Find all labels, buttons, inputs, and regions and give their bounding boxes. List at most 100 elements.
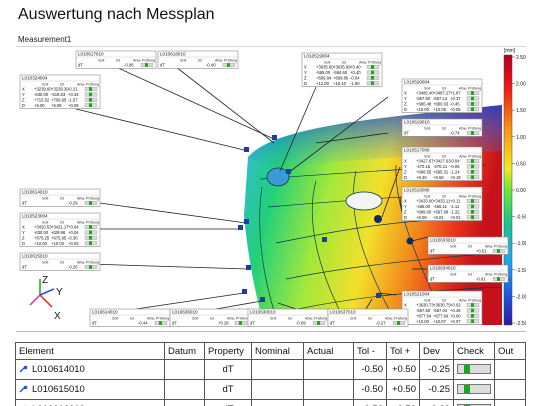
out-cell	[494, 359, 526, 380]
callout-check-mark	[471, 175, 474, 179]
callout-axis: Y	[404, 164, 407, 169]
col-out[interactable]: Out	[494, 342, 526, 360]
callout-head: Prüfung	[494, 244, 507, 248]
callout-value: +0.07	[450, 319, 461, 324]
actual-cell	[303, 379, 354, 400]
callout-value: +0.01	[450, 215, 461, 220]
callout-check-mark	[317, 321, 320, 325]
callout-value: -0.40	[206, 63, 216, 68]
callout-L010636010[interactable]: L010636010Soll Ist Abw. PrüfungdT +0.28	[169, 308, 251, 327]
col-actual[interactable]: Actual	[303, 342, 354, 360]
callout-check-mark	[89, 87, 92, 91]
col-property[interactable]: Property	[204, 342, 252, 360]
callout-L010523004[interactable]: L010523004Soll Ist Abw. PrüfungX +3420.53 +34…	[19, 212, 101, 247]
callout-id: L010617010	[78, 52, 104, 57]
callout-value: -1.90	[350, 81, 360, 86]
callout-head: Abw.	[459, 154, 467, 158]
callout-value: +699.00	[416, 209, 432, 214]
col-tol-minus[interactable]: Tol -	[353, 342, 387, 360]
callout-head: Abw.	[147, 316, 155, 320]
3d-viewport[interactable]: [mm] 2.50 2.00 1.50 1.00 0.50 0.00 -0.50 -1.00 -…	[16, 46, 526, 332]
datum-cell	[164, 379, 205, 400]
callout-check-mark	[471, 107, 474, 111]
callout-check-mark	[497, 277, 500, 281]
table-row[interactable]: L010615010 dT -0.50 +0.50 -0.25	[15, 379, 526, 400]
callout-head: Prüfung	[368, 60, 381, 64]
callout-axis: Y	[404, 204, 407, 209]
callout-head: Prüfung	[468, 194, 481, 198]
callout-check-mark	[471, 131, 474, 135]
scale-tick-label: 1.00	[516, 135, 526, 141]
col-check[interactable]: Check	[453, 342, 495, 360]
callout-value: +8.01	[433, 215, 444, 220]
check-cell	[453, 399, 495, 406]
callout-check-mark	[471, 314, 474, 318]
callout-check-mark	[471, 199, 474, 203]
callout-value: +0.02	[450, 303, 461, 308]
callout-head: Prüfung	[142, 58, 155, 62]
callout-check-mark	[471, 96, 474, 101]
callout-check-mark	[471, 319, 474, 323]
callout-head: Soll	[270, 316, 276, 320]
element-cell: L010615010	[15, 379, 165, 400]
callout-value: +8.40	[416, 175, 427, 180]
col-element[interactable]: Element	[15, 342, 165, 360]
callout-value: +5.00	[34, 103, 45, 108]
callout-check-mark	[89, 265, 92, 269]
callout-L010517006[interactable]: L010517006Soll Ist Abw. PrüfungX +3427.67 +34…	[401, 146, 483, 181]
col-datum[interactable]: Datum	[164, 342, 205, 360]
callout-value: -465.00	[416, 204, 431, 209]
dev-cell: -0.25	[419, 379, 454, 400]
callout-value: +10.03	[51, 241, 65, 246]
callout-L010615010[interactable]: L010615010Soll Ist Abw. PrüfungdT -0.25	[19, 252, 101, 271]
callout-axis: D	[404, 107, 407, 112]
nominal-cell	[251, 399, 304, 406]
col-tol-plus[interactable]: Tol +	[386, 342, 420, 360]
callout-L010520004[interactable]: L010520004Soll Ist Abw. PrüfungX +3485.40 +34…	[401, 78, 483, 113]
callout-check-mark	[89, 230, 92, 235]
callout-check-mark	[471, 204, 474, 209]
callout-L010516006[interactable]: L010516006Soll Ist Abw. PrüfungX +3433.00 +34…	[401, 186, 483, 221]
callout-L010614010[interactable]: L010614010Soll Ist Abw. PrüfungdT -0.29	[19, 188, 101, 207]
col-nominal[interactable]: Nominal	[251, 342, 304, 360]
callout-L010637010[interactable]: L010637010Soll Ist Abw. PrüfungdT -0.27	[327, 308, 409, 327]
callout-L010617010[interactable]: L010617010Soll Ist Abw. PrüfungdT -0.96	[75, 50, 157, 69]
table-header-row: Element Datum Property Nominal Actual To…	[15, 342, 526, 360]
callout-head: Abw.	[77, 260, 85, 264]
callout-value: -630.00	[34, 92, 49, 97]
callout-axis: Z	[22, 97, 25, 102]
table-row[interactable]: L010616010 dT -0.50+0.50-0.29	[15, 399, 526, 406]
callout-value: +10.05	[433, 107, 447, 112]
callout-L010519004[interactable]: L010519004Soll Ist Abw. PrüfungX +3635.60 +36…	[301, 52, 383, 87]
tol-plus-cell: +0.50	[386, 379, 420, 400]
callout-L010633010[interactable]: L010633010Soll Ist Abw. PrüfungdT +0.51	[427, 236, 509, 255]
callout-L010630010[interactable]: L010630010Soll Ist Abw. PrüfungdT -0.09	[247, 308, 329, 327]
table-row[interactable]: L010614010 dT -0.50 +0.50 -0.25	[15, 359, 526, 380]
callout-L010618010[interactable]: L010618010Soll Ist Abw. PrüfungdT -0.40	[157, 50, 239, 69]
callout-value: +0.37	[450, 96, 461, 101]
point-element-icon	[19, 386, 28, 393]
tol-minus-cell: -0.50	[353, 379, 387, 400]
callout-axis: Y	[304, 70, 307, 75]
callout-L010614010[interactable]: L010614010Soll Ist Abw. PrüfungdT -0.44	[89, 308, 171, 327]
callout-value: +0.46	[450, 308, 461, 313]
callout-check-mark	[89, 201, 92, 205]
callout-L010521004[interactable]: L010521004Soll Ist Abw. PrüfungX +3630.73 +36…	[401, 290, 483, 325]
callout-value: +0.03	[68, 241, 79, 246]
callout-L010324004[interactable]: L010324004Soll Ist Abw. PrüfungX +3239.60 +32…	[19, 74, 101, 109]
callout-axis: X	[22, 87, 25, 92]
callout-check-mark	[145, 63, 148, 67]
callout-id: L010615010	[22, 254, 48, 259]
callout-head: Abw.	[215, 58, 223, 62]
callout-axis: dT	[160, 63, 165, 68]
callout-value: +3487.27	[433, 91, 451, 96]
axis-triad: Z Y X	[29, 275, 63, 322]
scale-tick-label: 2.50	[516, 55, 526, 61]
callout-L010619010[interactable]: L010619010Soll Ist Abw. PrüfungdT -0.74	[401, 118, 483, 137]
tol-minus-cell: -0.50	[353, 399, 387, 406]
callout-value: +715.52	[34, 97, 50, 102]
col-dev[interactable]: Dev	[419, 342, 454, 360]
results-table-container[interactable]: Element Datum Property Nominal Actual To…	[15, 342, 526, 406]
callout-axis: dT	[92, 321, 97, 326]
callout-L010634010[interactable]: L010634010Soll Ist Abw. PrüfungdT -0.81	[427, 264, 509, 283]
